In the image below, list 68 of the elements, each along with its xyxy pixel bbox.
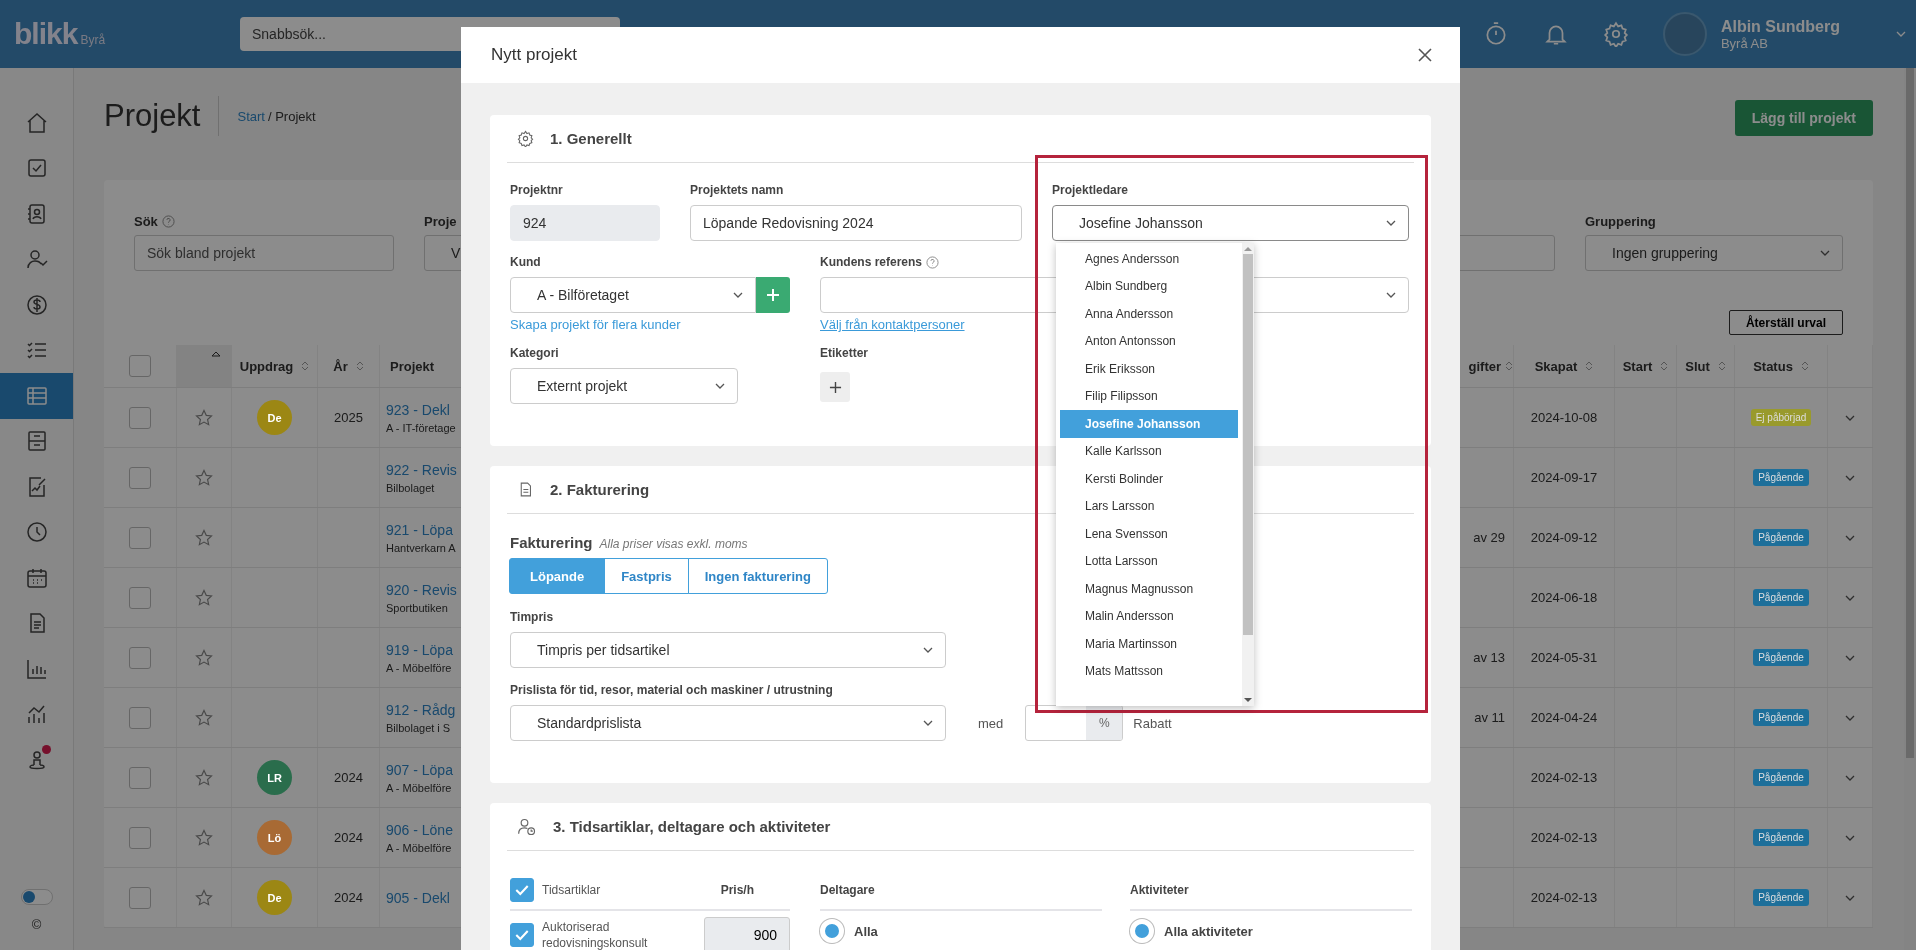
- client-name: A - Möbelföre: [386, 661, 452, 674]
- status-badge: Pågående: [1753, 709, 1809, 726]
- assignment-badge: De: [257, 880, 292, 915]
- section-title: 3. Tidsartiklar, deltagare och aktiviteter: [553, 818, 831, 835]
- year-cell: 2024: [334, 890, 363, 905]
- field-label: Kategori: [510, 346, 560, 360]
- created-date: 2024-09-12: [1530, 530, 1598, 545]
- client-name: Hantverkarn A: [386, 541, 456, 554]
- checkbox-label: Auktoriserad redovisningskonsult: [542, 919, 649, 950]
- field-label: Projektets namn: [690, 183, 785, 197]
- radio-label: Alla: [854, 923, 878, 939]
- checkbox-label: Tidsartiklar: [542, 883, 601, 897]
- radio-label: Alla aktiviteter: [1164, 923, 1253, 939]
- client-name: Sportbutiken: [386, 601, 448, 614]
- assignment-badge: LR: [257, 760, 292, 795]
- field-label: Timpris: [510, 610, 555, 624]
- field-label: Prislista för tid, resor, material och maskiner / utrustning: [510, 683, 834, 697]
- status-badge: Pågående: [1753, 529, 1809, 546]
- column-header: Aktiviteter: [1130, 883, 1189, 897]
- progress-cell: av 29: [1473, 530, 1505, 545]
- status-badge: Ej påbörjad: [1750, 409, 1812, 426]
- page-title: Projekt: [104, 96, 220, 136]
- status-badge: Pågående: [1753, 589, 1809, 606]
- created-date: 2024-04-24: [1530, 710, 1598, 725]
- status-badge: Pågående: [1753, 649, 1809, 666]
- created-date: 2024-10-08: [1530, 410, 1598, 425]
- assignment-badge: Lö: [257, 820, 292, 855]
- created-date: 2024-02-13: [1530, 890, 1598, 905]
- client-name: Bilbolaget: [386, 481, 435, 494]
- field-label: Gruppering: [1585, 213, 1656, 229]
- logo-suffix: Byrå: [80, 33, 106, 47]
- status-badge: Pågående: [1753, 829, 1809, 846]
- status-badge: Pågående: [1753, 469, 1809, 486]
- copyright-text: ©: [31, 917, 42, 932]
- section-title: 2. Fakturering: [550, 481, 650, 498]
- year-cell: 2025: [334, 410, 363, 425]
- price-note: Alla priser visas exkl. moms: [599, 537, 748, 551]
- year-cell: 2024: [334, 830, 363, 845]
- status-badge: Pågående: [1753, 769, 1809, 786]
- created-date: 2024-02-13: [1530, 770, 1598, 785]
- client-name: A - Möbelföre: [386, 781, 452, 794]
- field-label: Kundens referens: [820, 255, 923, 269]
- created-date: 2024-09-17: [1530, 470, 1598, 485]
- field-label: Projektledare: [1052, 183, 1130, 197]
- field-label: Kund: [510, 255, 542, 269]
- column-header: Deltagare: [820, 883, 875, 897]
- status-badge: Pågående: [1753, 889, 1809, 906]
- field-label: Projektnr: [510, 183, 564, 197]
- progress-cell: av 11: [1474, 710, 1505, 725]
- breadcrumb-current: / Projekt: [267, 108, 316, 124]
- assignment-badge: De: [257, 400, 292, 435]
- invoicing-label: Fakturering: [510, 534, 593, 551]
- company-name: Byrå AB: [1720, 35, 1769, 51]
- progress-cell: av 13: [1473, 650, 1505, 665]
- client-name: A - IT-företage: [386, 421, 456, 434]
- client-name: Bilbolaget i S: [386, 721, 451, 734]
- field-label: Proje: [424, 213, 457, 229]
- section-title: 1. Generellt: [550, 130, 632, 147]
- created-date: 2024-05-31: [1530, 650, 1598, 665]
- field-label: Sök: [134, 213, 158, 229]
- column-header: Pris/h: [720, 883, 754, 897]
- created-date: 2024-06-18: [1530, 590, 1598, 605]
- client-name: A - Möbelföre: [386, 841, 452, 854]
- year-cell: 2024: [334, 770, 363, 785]
- discount-prefix: med: [978, 715, 1004, 731]
- discount-suffix: Rabatt: [1133, 715, 1172, 731]
- created-date: 2024-02-13: [1530, 830, 1598, 845]
- field-label: Etiketter: [820, 346, 870, 360]
